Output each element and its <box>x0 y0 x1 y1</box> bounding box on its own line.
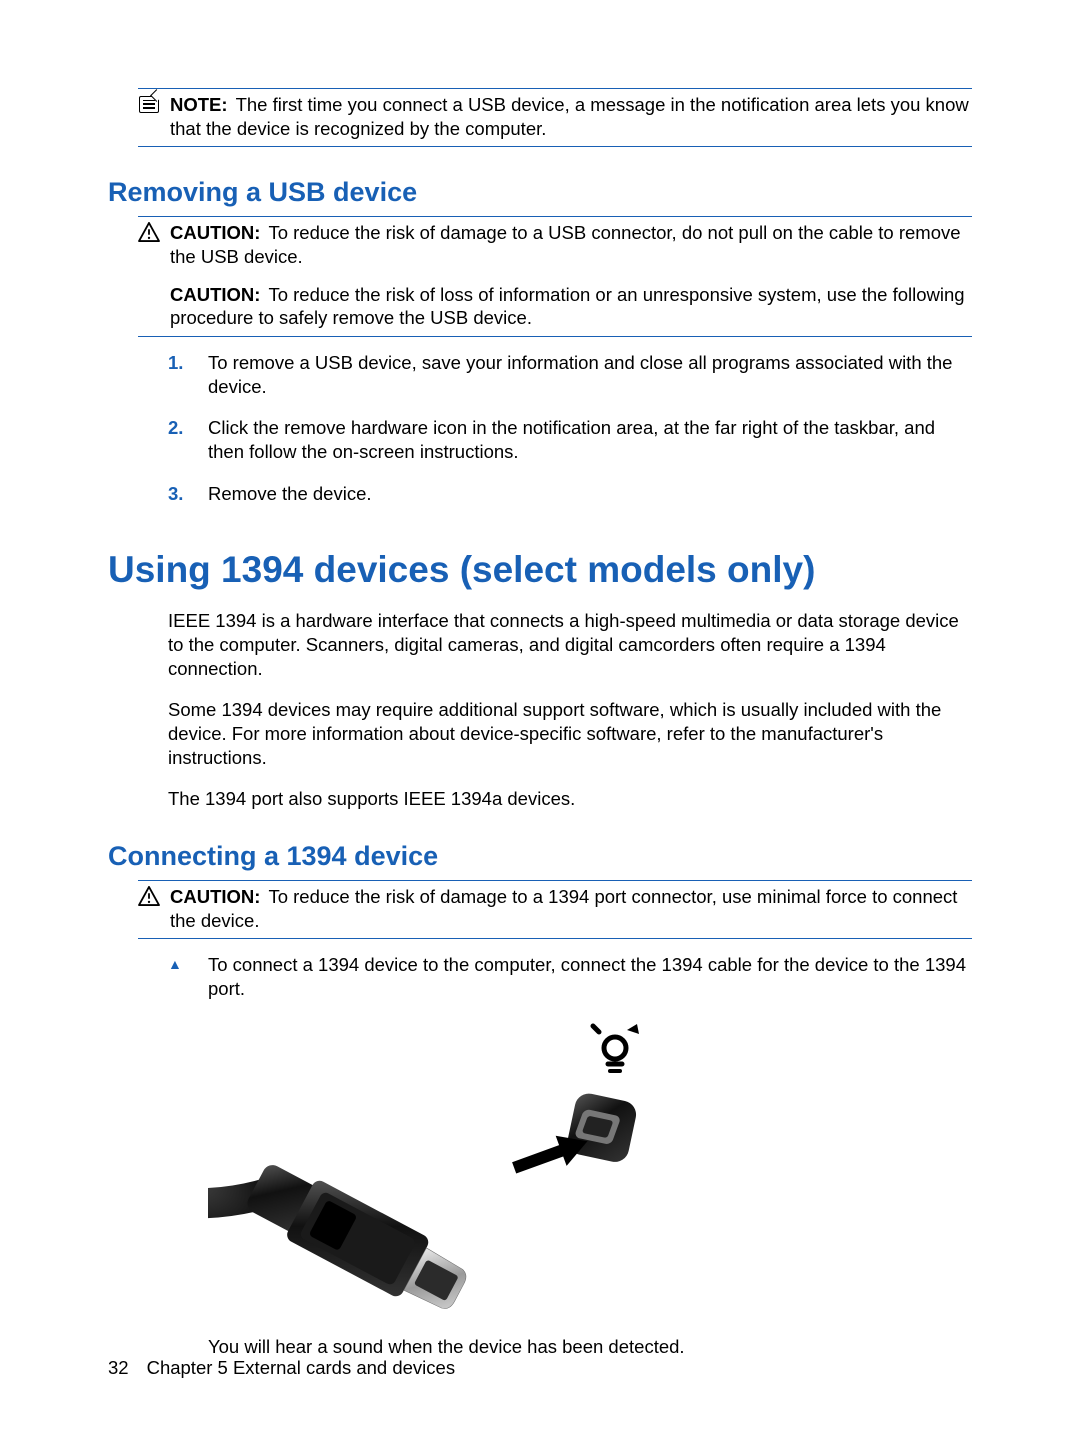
caution-text-block: CAUTION:To reduce the risk of damage to … <box>170 221 972 330</box>
note-label: NOTE: <box>170 94 228 115</box>
caution-body-text: To reduce the risk of loss of informatio… <box>170 284 965 329</box>
caution-text-block: CAUTION:To reduce the risk of damage to … <box>170 885 972 932</box>
step-item: 3. Remove the device. <box>168 482 972 506</box>
note-callout: NOTE:The first time you connect a USB de… <box>138 89 972 146</box>
connect-step: ▲ To connect a 1394 device to the comput… <box>168 953 972 1000</box>
divider <box>138 938 972 939</box>
after-image-text-block: You will hear a sound when the device ha… <box>168 1335 972 1359</box>
step-text: Click the remove hardware icon in the no… <box>208 416 972 463</box>
paragraph: IEEE 1394 is a hardware interface that c… <box>168 609 972 680</box>
caution-label: CAUTION: <box>170 886 260 907</box>
caution-icon <box>138 885 160 907</box>
note-text: NOTE:The first time you connect a USB de… <box>170 93 972 140</box>
step-item: 1. To remove a USB device, save your inf… <box>168 351 972 398</box>
after-image-text: You will hear a sound when the device ha… <box>208 1335 972 1359</box>
chapter-title: Chapter 5 External cards and devices <box>147 1357 456 1379</box>
step-text: Remove the device. <box>208 482 372 506</box>
step-number: 2. <box>168 416 190 440</box>
page-footer: 32 Chapter 5 External cards and devices <box>108 1357 455 1379</box>
caution-icon <box>138 221 160 243</box>
page: NOTE:The first time you connect a USB de… <box>0 0 1080 1437</box>
page-number: 32 <box>108 1357 129 1379</box>
caution-callout: CAUTION:To reduce the risk of damage to … <box>138 881 972 938</box>
heading-connecting-1394: Connecting a 1394 device <box>108 841 972 872</box>
note-body-text: The first time you connect a USB device,… <box>170 94 969 139</box>
heading-using-1394: Using 1394 devices (select models only) <box>108 549 972 591</box>
step-number: 1. <box>168 351 190 375</box>
caution-label: CAUTION: <box>170 284 260 305</box>
heading-removing-usb: Removing a USB device <box>108 177 972 208</box>
caution-body-text: To reduce the risk of damage to a 1394 p… <box>170 886 957 931</box>
caution-label: CAUTION: <box>170 222 260 243</box>
step-number: 3. <box>168 482 190 506</box>
divider <box>138 146 972 147</box>
main-body: IEEE 1394 is a hardware interface that c… <box>168 609 972 811</box>
note-icon <box>138 93 160 115</box>
content-area: NOTE:The first time you connect a USB de… <box>108 88 972 1358</box>
remove-steps-list: 1. To remove a USB device, save your inf… <box>168 351 972 505</box>
step-text: To remove a USB device, save your inform… <box>208 351 972 398</box>
triangle-bullet-icon: ▲ <box>168 956 190 974</box>
step-item: 2. Click the remove hardware icon in the… <box>168 416 972 463</box>
divider <box>138 336 972 337</box>
caution-body-text: To reduce the risk of damage to a USB co… <box>170 222 961 267</box>
caution-callout: CAUTION:To reduce the risk of damage to … <box>138 217 972 336</box>
paragraph: The 1394 port also supports IEEE 1394a d… <box>168 787 972 811</box>
connect-step-text: To connect a 1394 device to the computer… <box>208 953 972 1000</box>
cable-illustration <box>208 1021 668 1321</box>
paragraph: Some 1394 devices may require additional… <box>168 698 972 769</box>
